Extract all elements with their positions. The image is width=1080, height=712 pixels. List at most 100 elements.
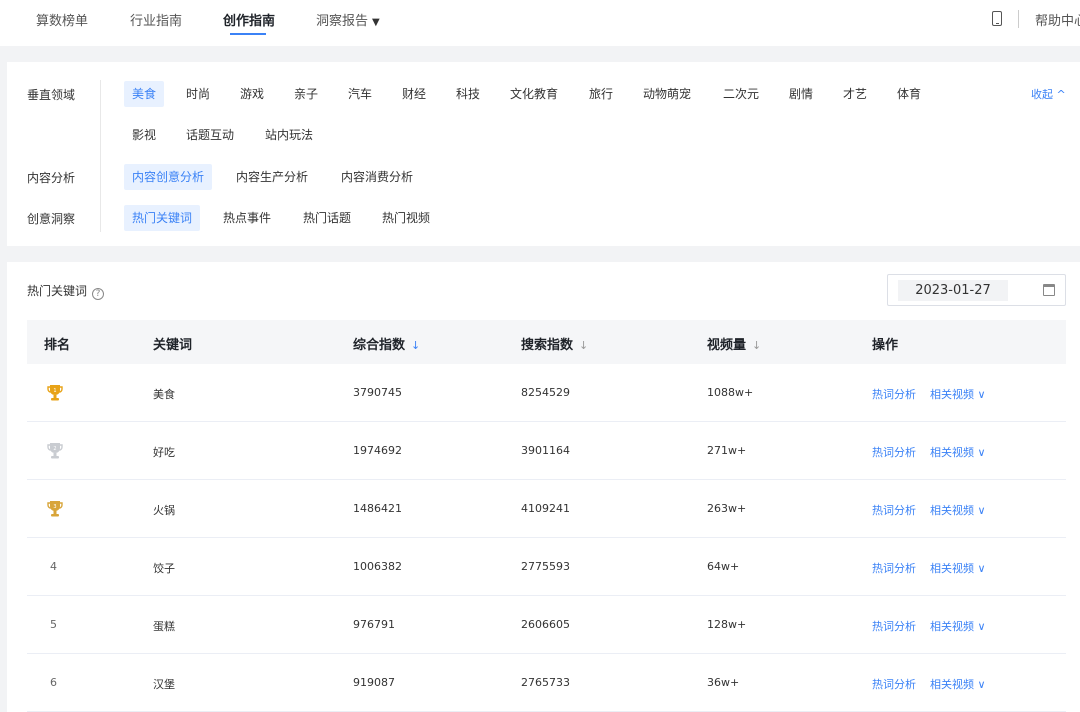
search-index-cell: 3901164 [521, 444, 570, 457]
video-count-cell: 1088w+ [707, 386, 754, 399]
related-videos-dropdown[interactable]: 相关视频 ∨ [930, 618, 986, 634]
nav-item-rankings[interactable]: 算数榜单 [36, 10, 88, 29]
search-index-cell: 8254529 [521, 386, 570, 399]
trophy-icon: 1 [47, 385, 63, 401]
section-title-text: 热门关键词 [27, 284, 88, 298]
keyword-analysis-link[interactable]: 热词分析 [872, 560, 916, 576]
trophy-rank-number: 1 [53, 388, 56, 394]
vertical-option[interactable]: 体育 [889, 81, 929, 107]
collapse-button[interactable]: 收起 ^ [1031, 86, 1066, 102]
rank-number: 4 [50, 560, 57, 573]
related-videos-dropdown[interactable]: 相关视频 ∨ [930, 386, 986, 402]
table-header: 排名 关键词 综合指数 ↓ 搜索指数 ↓ 视频量 ↓ 操作 [27, 320, 1066, 364]
table-row: 4 饺子 1006382 2775593 64w+ 热词分析 相关视频 ∨ [27, 538, 1066, 596]
search-index-cell: 2765733 [521, 676, 570, 689]
table-row: 5 蛋糕 976791 2606605 128w+ 热词分析 相关视频 ∨ [27, 596, 1066, 654]
keyword-cell: 好吃 [153, 446, 175, 459]
content-option[interactable]: 内容消费分析 [333, 164, 421, 190]
composite-index-cell: 1974692 [353, 444, 402, 457]
vertical-option[interactable]: 汽车 [340, 81, 380, 107]
vertical-option[interactable]: 财经 [394, 81, 434, 107]
video-count-cell: 64w+ [707, 560, 740, 573]
vertical-option[interactable]: 美食 [124, 81, 165, 107]
content-analysis-label: 内容分析 [27, 171, 76, 185]
search-index-cell: 2775593 [521, 560, 570, 573]
vertical-option[interactable]: 站内玩法 [257, 122, 321, 148]
video-count-cell: 271w+ [707, 444, 747, 457]
date-value: 2023-01-27 [898, 280, 1008, 301]
insight-option[interactable]: 热门关键词 [124, 205, 201, 231]
header-operations: 操作 [872, 338, 899, 353]
insight-option[interactable]: 热门视频 [374, 205, 438, 231]
keyword-cell: 饺子 [153, 562, 175, 575]
vertical-option[interactable]: 游戏 [232, 81, 272, 107]
date-picker[interactable]: 2023-01-27 [887, 274, 1066, 306]
trophy-rank-number: 2 [53, 446, 56, 452]
vertical-option[interactable]: 剧情 [781, 81, 821, 107]
nav-separator [1018, 10, 1019, 28]
table-row: 6 汉堡 919087 2765733 36w+ 热词分析 相关视频 ∨ [27, 654, 1066, 712]
nav-active-underline [230, 33, 266, 35]
sort-down-icon[interactable]: ↓ [579, 339, 588, 352]
composite-index-cell: 1486421 [353, 502, 402, 515]
vertical-domain-label: 垂直领域 [27, 88, 76, 102]
keyword-analysis-link[interactable]: 热词分析 [872, 676, 916, 692]
top-nav: 算数榜单 行业指南 创作指南 洞察报告▼ 帮助中心 [0, 0, 1080, 46]
content-option[interactable]: 内容生产分析 [228, 164, 316, 190]
vertical-option[interactable]: 话题互动 [178, 122, 242, 148]
section-title: 热门关键词? [27, 282, 105, 300]
header-rank: 排名 [44, 338, 71, 353]
table-row: 2 好吃 1974692 3901164 271w+ 热词分析 相关视频 ∨ [27, 422, 1066, 480]
trophy-rank-number: 3 [53, 504, 56, 510]
help-center-link[interactable]: 帮助中心 [1035, 10, 1080, 29]
vertical-option[interactable]: 旅行 [581, 81, 621, 107]
sort-down-icon[interactable]: ↓ [752, 339, 761, 352]
composite-index-cell: 919087 [353, 676, 395, 689]
related-videos-dropdown[interactable]: 相关视频 ∨ [930, 560, 986, 576]
table-row: 1 美食 3790745 8254529 1088w+ 热词分析 相关视频 ∨ [27, 364, 1066, 422]
vertical-option[interactable]: 亲子 [286, 81, 326, 107]
caret-down-icon: ▼ [372, 17, 380, 28]
vertical-option[interactable]: 时尚 [178, 81, 218, 107]
nav-item-insight-report[interactable]: 洞察报告 ▼ [316, 10, 380, 29]
help-icon[interactable]: ? [92, 288, 105, 300]
vertical-option[interactable]: 文化教育 [502, 81, 566, 107]
header-video-count[interactable]: 视频量 ↓ [707, 334, 761, 353]
vertical-option[interactable]: 才艺 [835, 81, 875, 107]
insight-option[interactable]: 热点事件 [215, 205, 279, 231]
vertical-option[interactable]: 影视 [124, 122, 164, 148]
header-search-index[interactable]: 搜索指数 ↓ [521, 334, 588, 353]
creative-insight-label: 创意洞察 [27, 212, 76, 226]
nav-item-insight-report-label: 洞察报告 [316, 14, 369, 29]
related-videos-dropdown[interactable]: 相关视频 ∨ [930, 502, 986, 518]
header-keyword: 关键词 [153, 338, 193, 353]
nav-item-industry-guide[interactable]: 行业指南 [130, 10, 182, 29]
vertical-option[interactable]: 科技 [448, 81, 488, 107]
rank-number: 5 [50, 618, 57, 631]
filter-divider [100, 80, 101, 232]
rank-number: 6 [50, 676, 57, 689]
insight-option[interactable]: 热门话题 [295, 205, 359, 231]
search-index-cell: 2606605 [521, 618, 570, 631]
keyword-cell: 蛋糕 [153, 620, 175, 633]
keyword-analysis-link[interactable]: 热词分析 [872, 618, 916, 634]
header-composite-index[interactable]: 综合指数 ↓ [353, 334, 420, 353]
trophy-icon: 2 [47, 443, 63, 459]
mobile-icon[interactable] [992, 11, 1002, 26]
video-count-cell: 263w+ [707, 502, 747, 515]
related-videos-dropdown[interactable]: 相关视频 ∨ [930, 676, 986, 692]
keyword-analysis-link[interactable]: 热词分析 [872, 444, 916, 460]
keyword-cell: 汉堡 [153, 678, 175, 691]
keyword-cell: 火锅 [153, 504, 175, 517]
keyword-analysis-link[interactable]: 热词分析 [872, 502, 916, 518]
nav-item-creation-guide[interactable]: 创作指南 [223, 10, 275, 29]
video-count-cell: 128w+ [707, 618, 747, 631]
related-videos-dropdown[interactable]: 相关视频 ∨ [930, 444, 986, 460]
content-option[interactable]: 内容创意分析 [124, 164, 213, 190]
keyword-cell: 美食 [153, 388, 175, 401]
calendar-icon[interactable] [1043, 284, 1055, 296]
vertical-option[interactable]: 动物萌宠 [635, 81, 699, 107]
vertical-option[interactable]: 二次元 [715, 81, 767, 107]
sort-down-icon[interactable]: ↓ [411, 339, 420, 352]
keyword-analysis-link[interactable]: 热词分析 [872, 386, 916, 402]
